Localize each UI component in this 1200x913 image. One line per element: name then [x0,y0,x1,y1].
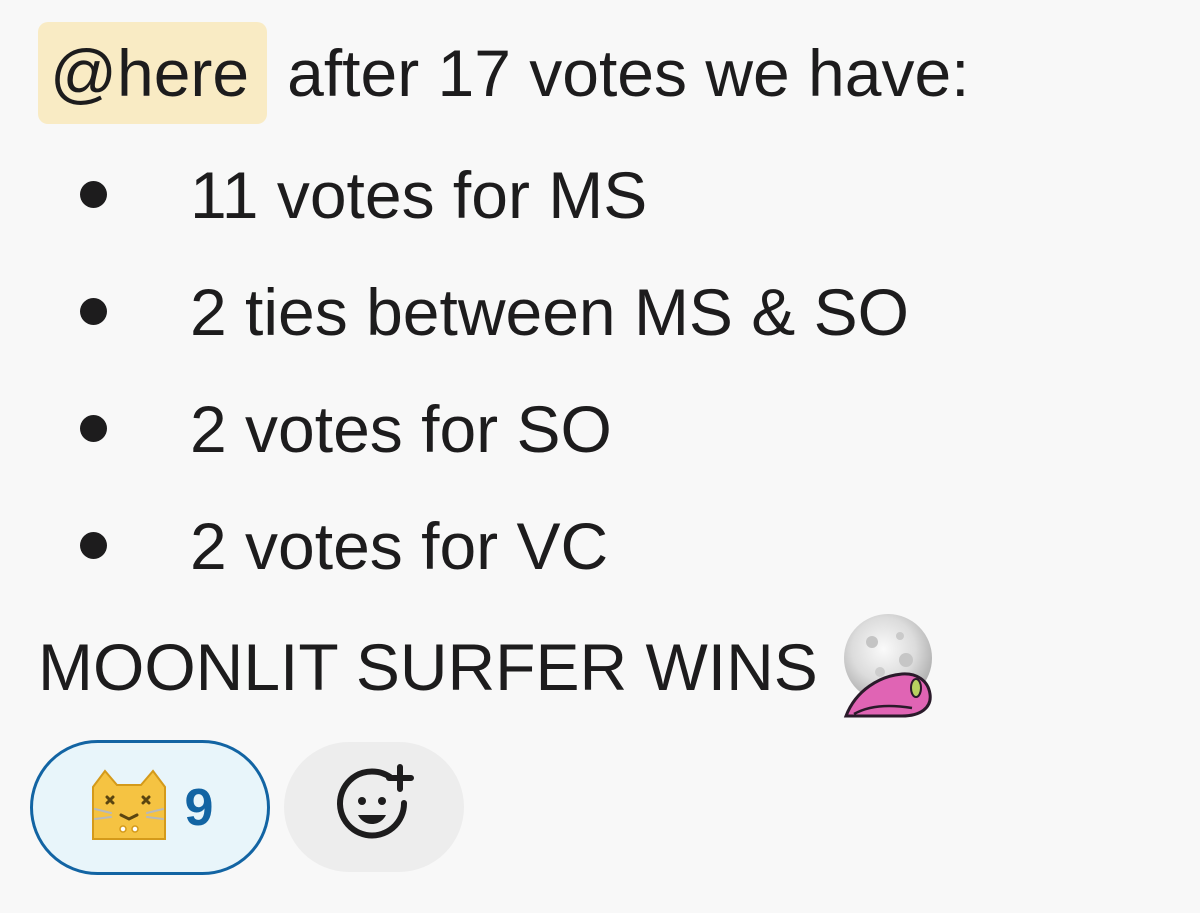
list-item: 2 ties between MS & SO [0,262,1150,362]
cat-face-icon [87,767,171,848]
conclusion-text: MOONLIT SURFER WINS [38,630,818,704]
reaction-count: 9 [184,778,214,837]
here-mention[interactable]: @here [38,22,268,124]
list-item: 2 votes for SO [0,379,1150,479]
add-reaction-button[interactable] [284,742,464,872]
chat-message: @here after 17 votes we have: 11 votes f… [0,0,1200,913]
conclusion-line: MOONLIT SURFER WINS [38,612,950,722]
message-intro-line: @here after 17 votes we have: [38,22,970,124]
intro-text: after 17 votes we have: [287,36,970,110]
bullet-icon [80,415,107,442]
bullet-icon [80,298,107,325]
list-item-text: 2 votes for VC [190,509,609,583]
list-item-text: 2 votes for SO [190,392,612,466]
moonlit-surfer-emoji-icon [832,612,950,722]
bullet-icon [80,532,107,559]
list-item-text: 2 ties between MS & SO [190,275,910,349]
list-item: 2 votes for VC [0,496,1150,596]
list-item: 11 votes for MS [0,145,1150,245]
add-reaction-smiley-icon [332,763,416,852]
reactions-bar: 9 [30,740,464,875]
bullet-icon [80,181,107,208]
list-item-text: 11 votes for MS [190,158,648,232]
reaction-cat-button[interactable]: 9 [30,740,270,875]
